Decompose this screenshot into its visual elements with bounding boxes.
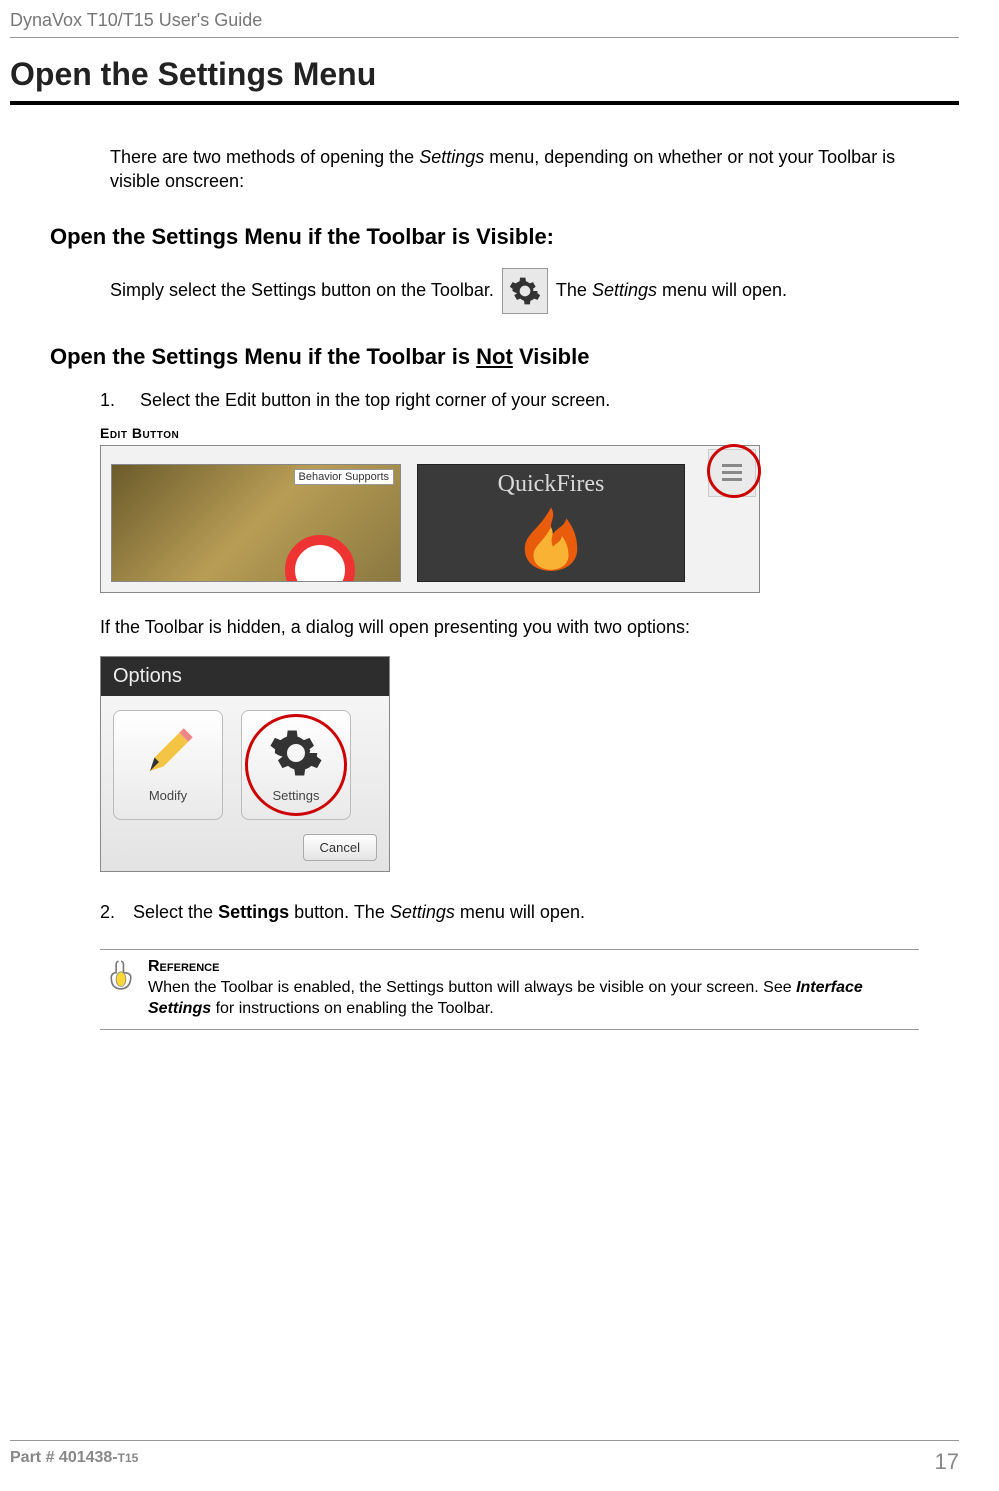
- quickfires-label: QuickFires: [498, 471, 605, 498]
- section1-pre: Simply select the Settings button on the…: [110, 280, 494, 301]
- page-footer: Part # 401438-T15 17: [10, 1440, 959, 1475]
- behavior-supports-badge: Behavior Supports: [294, 469, 395, 485]
- running-header: DynaVox T10/T15 User's Guide: [10, 10, 959, 38]
- screenshot-options-dialog: Options Modify Settings: [100, 656, 390, 872]
- page-title: Open the Settings Menu: [10, 56, 959, 105]
- finger-point-icon: [108, 958, 134, 991]
- flame-icon: [516, 498, 586, 578]
- dialog-title: Options: [101, 657, 389, 696]
- reference-title: Reference: [148, 958, 911, 976]
- gear-icon: [269, 726, 323, 780]
- section1-heading: Open the Settings Menu if the Toolbar is…: [50, 224, 959, 250]
- reference-text: When the Toolbar is enabled, the Setting…: [148, 978, 911, 1020]
- tile-behavior-supports[interactable]: Behavior Supports: [111, 464, 401, 582]
- step-2: 2. Select the Settings button. The Setti…: [100, 902, 959, 923]
- lifesaver-icon: [285, 535, 355, 582]
- intro-em: Settings: [419, 147, 484, 167]
- intro-paragraph: There are two methods of opening the Set…: [110, 145, 899, 194]
- modify-label: Modify: [149, 788, 187, 803]
- reference-note: Reference When the Toolbar is enabled, t…: [100, 949, 919, 1031]
- after-shot-text: If the Toolbar is hidden, a dialog will …: [100, 617, 959, 638]
- cancel-button[interactable]: Cancel: [303, 834, 377, 861]
- section1-line: Simply select the Settings button on the…: [110, 268, 899, 314]
- step-2-number: 2.: [100, 902, 115, 923]
- section1-post: The Settings menu will open.: [556, 280, 787, 301]
- hamburger-icon: [722, 464, 742, 481]
- part-number: Part # 401438-T15: [10, 1449, 138, 1475]
- intro-pre: There are two methods of opening the: [110, 147, 419, 167]
- section2-heading: Open the Settings Menu if the Toolbar is…: [50, 344, 959, 370]
- edit-button[interactable]: [708, 449, 756, 497]
- step-2-text: Select the Settings button. The Settings…: [133, 902, 585, 923]
- page-number: 17: [935, 1449, 959, 1475]
- step-1-text: Select the Edit button in the top right …: [140, 388, 610, 413]
- settings-label: Settings: [273, 788, 320, 803]
- tile-quickfires[interactable]: QuickFires: [417, 464, 685, 582]
- settings-gear-button[interactable]: [502, 268, 548, 314]
- screenshot-edit-button: Behavior Supports QuickFires: [100, 445, 760, 593]
- step-1-number: 1.: [100, 388, 122, 413]
- modify-button[interactable]: Modify: [113, 710, 223, 820]
- figure-caption-edit-button: Edit Button: [100, 425, 959, 441]
- step-1: 1. Select the Edit button in the top rig…: [100, 388, 959, 413]
- gear-icon: [509, 275, 541, 307]
- settings-button[interactable]: Settings: [241, 710, 351, 820]
- pencil-icon: [141, 726, 195, 780]
